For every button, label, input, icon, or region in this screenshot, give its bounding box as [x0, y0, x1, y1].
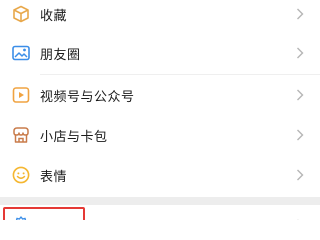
- menu-item-label: 收藏: [40, 8, 68, 24]
- menu-item-label: 朋友圈: [40, 47, 81, 63]
- me-page-menu: 收藏 朋友圈 视频号与公众号 小店与卡包 表情: [0, 0, 320, 220]
- chevron-right-icon: [296, 219, 304, 220]
- menu-item-favorites[interactable]: 收藏: [0, 0, 320, 34]
- chevron-right-icon: [296, 169, 304, 181]
- chevron-right-icon: [296, 47, 304, 59]
- moments-picture-icon: [11, 43, 31, 63]
- shop-icon: [11, 125, 31, 145]
- menu-item-moments[interactable]: 朋友圈: [0, 33, 320, 73]
- settings-gear-icon: [11, 215, 31, 220]
- menu-item-label: 表情: [40, 169, 68, 185]
- emoji-face-icon: [11, 165, 31, 185]
- chevron-right-icon: [296, 129, 304, 141]
- menu-item-label: 视频号与公众号: [40, 89, 135, 105]
- channels-video-icon: [11, 85, 31, 105]
- menu-item-label: 小店与卡包: [40, 129, 108, 145]
- menu-item-emoji[interactable]: 表情: [0, 155, 320, 195]
- chevron-right-icon: [296, 8, 304, 20]
- menu-item-label: 设置: [40, 216, 67, 221]
- menu-item-shop[interactable]: 小店与卡包: [0, 115, 320, 155]
- favorites-cube-icon: [11, 4, 31, 24]
- menu-item-settings[interactable]: 设置: [0, 205, 320, 220]
- chevron-right-icon: [296, 89, 304, 101]
- menu-item-channels[interactable]: 视频号与公众号: [0, 75, 320, 115]
- section-gap: [0, 197, 320, 205]
